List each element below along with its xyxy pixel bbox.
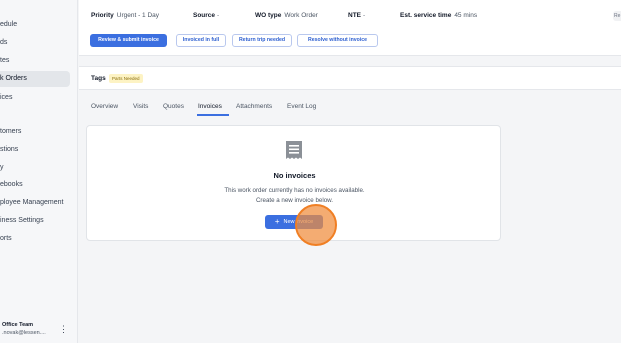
tags-label: Tags — [91, 75, 106, 82]
wo-type-value: Work Order — [284, 12, 318, 19]
tags-section: Tags Parts Needed — [79, 66, 621, 90]
sidebar-item-pricebooks[interactable]: ebooks — [0, 177, 70, 193]
sidebar: edule ds tes k Orders ices tomers stions… — [0, 0, 78, 343]
source-field: Source - — [193, 12, 219, 19]
sidebar-item-business-settings[interactable]: iness Settings — [0, 213, 70, 229]
user-profile[interactable]: Office Team .novak@lessen.... ⋮ — [0, 320, 78, 342]
nte-label: NTE — [348, 12, 361, 19]
click-indicator — [295, 204, 337, 246]
empty-state-message: This work order currently has no invoice… — [224, 187, 365, 194]
wo-type-label: WO type — [255, 12, 282, 19]
nte-value: - — [363, 12, 366, 19]
tab-attachments[interactable]: Attachments — [236, 103, 272, 110]
empty-state-title: No invoices — [273, 171, 316, 180]
source-label: Source — [193, 12, 216, 19]
tab-visits[interactable]: Visits — [133, 103, 148, 110]
sidebar-item-reports[interactable]: orts — [0, 231, 70, 247]
est-service-time-field: Est. service time 45 mins — [400, 12, 477, 19]
priority-value: Urgent - 1 Day — [116, 12, 160, 19]
invoiced-in-full-button[interactable]: Invoiced in full — [176, 34, 226, 47]
wo-type-field: WO type Work Order — [255, 12, 318, 19]
team-name: Office Team — [2, 322, 34, 328]
source-value: - — [217, 12, 220, 19]
work-order-summary: Priority Urgent - 1 Day Source - WO type Wo… — [79, 0, 621, 56]
tag-badge[interactable]: Parts Needed — [109, 74, 143, 83]
tab-event-log[interactable]: Event Log — [287, 103, 316, 110]
return-trip-needed-button[interactable]: Return trip needed — [232, 34, 292, 47]
sidebar-item-employee-management[interactable]: ployee Management — [0, 195, 70, 211]
nte-field: NTE - — [348, 12, 365, 19]
sidebar-item-leads[interactable]: ds — [0, 35, 70, 51]
main-content: Priority Urgent - 1 Day Source - WO type Wo… — [79, 0, 621, 343]
right-edge-badge[interactable]: Re — [613, 11, 621, 21]
est-service-time-label: Est. service time — [400, 12, 452, 19]
sidebar-item-work-orders[interactable]: k Orders — [0, 71, 70, 87]
user-email: .novak@lessen.... — [2, 330, 46, 336]
resolve-without-invoice-button[interactable]: Resolve without invoice — [297, 34, 378, 47]
sidebar-item-quotes[interactable]: tes — [0, 53, 70, 69]
sidebar-item-schedule[interactable]: edule — [0, 17, 70, 33]
sidebar-item-questions[interactable]: stions — [0, 142, 70, 158]
tab-quotes[interactable]: Quotes — [163, 103, 184, 110]
sidebar-item-customers[interactable]: tomers — [0, 124, 70, 140]
active-tab-indicator — [197, 114, 229, 116]
review-submit-invoice-button[interactable]: Review & submit invoice — [90, 34, 167, 47]
tab-overview[interactable]: Overview — [91, 103, 118, 110]
sidebar-item-y[interactable]: y — [0, 160, 70, 176]
empty-state-hint: Create a new invoice below. — [255, 197, 334, 204]
plus-icon: + — [274, 217, 280, 226]
est-service-time-value: 45 mins — [454, 12, 478, 19]
more-options-icon[interactable]: ⋮ — [59, 324, 68, 334]
invoices-empty-state: No invoices This work order currently ha… — [86, 125, 501, 246]
invoice-icon — [286, 141, 302, 159]
priority-label: Priority — [91, 12, 114, 19]
tab-invoices[interactable]: Invoices — [198, 103, 222, 110]
tab-bar: Overview Visits Quotes Invoices Attachme… — [91, 100, 511, 116]
priority-field: Priority Urgent - 1 Day — [91, 12, 159, 19]
sidebar-item-invoices[interactable]: ices — [0, 90, 70, 106]
